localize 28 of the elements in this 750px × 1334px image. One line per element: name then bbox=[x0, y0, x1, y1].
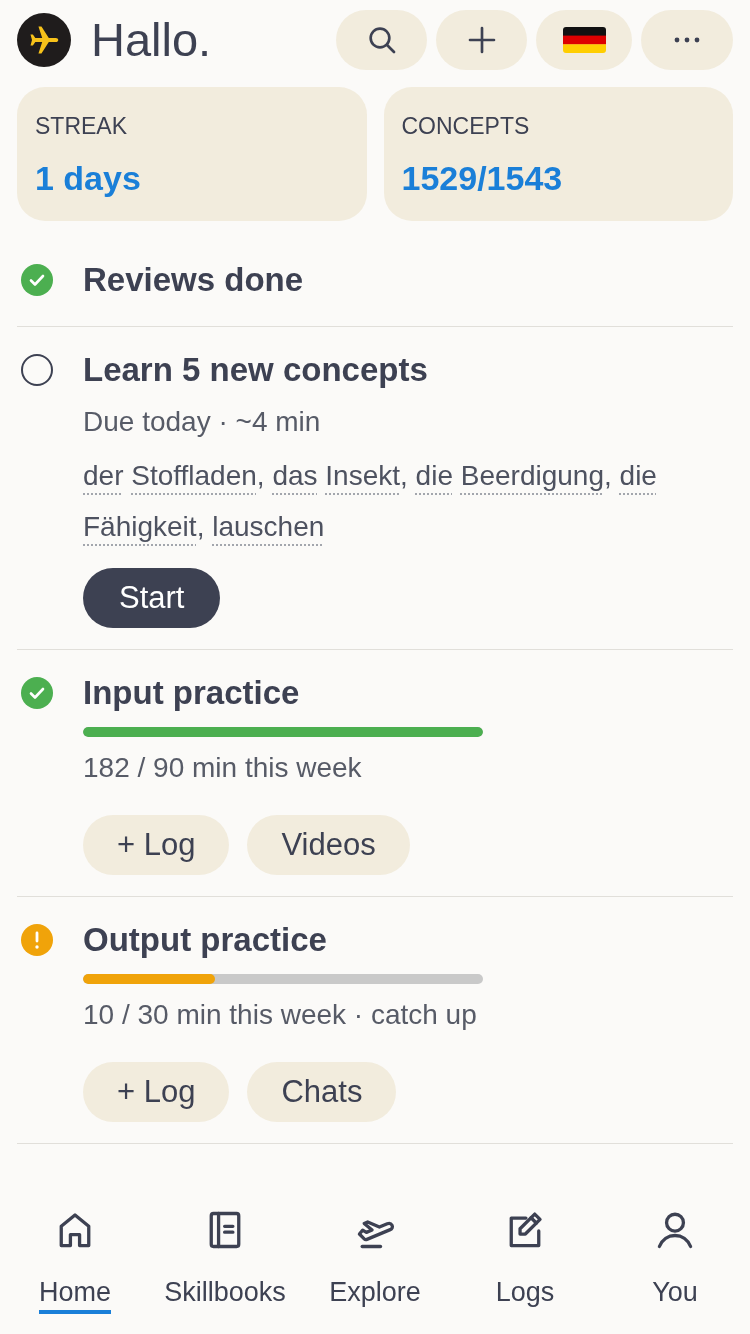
pill-button[interactable]: + Log bbox=[83, 1062, 230, 1122]
pill-button[interactable]: Chats bbox=[247, 1062, 397, 1122]
pill-button[interactable]: + Log bbox=[83, 815, 230, 875]
language-button[interactable] bbox=[536, 10, 632, 70]
task-meta: Due today · ~4 min bbox=[83, 405, 322, 439]
nav-tab[interactable]: Logs bbox=[495, 1208, 555, 1314]
more-icon bbox=[674, 37, 700, 43]
nav-tab[interactable]: Explore bbox=[329, 1208, 421, 1314]
stat-value: 1529/1543 bbox=[401, 158, 564, 198]
nav-tab[interactable]: Skillbooks bbox=[164, 1208, 286, 1314]
stat-value: 1 days bbox=[35, 158, 142, 198]
nav-tab[interactable]: You bbox=[652, 1208, 698, 1314]
flag-icon bbox=[562, 27, 606, 53]
pill-button[interactable]: Videos bbox=[247, 815, 410, 875]
greeting-title: Hallo. bbox=[91, 12, 212, 68]
stat-label: STREAK bbox=[35, 112, 129, 141]
nav-tab[interactable]: Home bbox=[39, 1208, 111, 1314]
search-button[interactable] bbox=[336, 10, 427, 70]
task-meta: 10 / 30 min this week · catch up bbox=[83, 998, 478, 1032]
airplane-logo-icon bbox=[17, 13, 71, 67]
task-title: Input practice bbox=[83, 673, 301, 713]
task-title: Output practice bbox=[83, 920, 328, 960]
task-title: Learn 5 new concepts bbox=[83, 350, 429, 390]
concept-list: der Stoffladen, das Insekt, die Beerdigung, die Fähigkeit, lauschen bbox=[83, 450, 733, 552]
stat-label: CONCEPTS bbox=[401, 112, 531, 141]
task-meta: 182 / 90 min this week bbox=[83, 751, 363, 785]
task-title: Reviews done bbox=[83, 260, 305, 300]
start-button[interactable]: Start bbox=[83, 568, 221, 628]
